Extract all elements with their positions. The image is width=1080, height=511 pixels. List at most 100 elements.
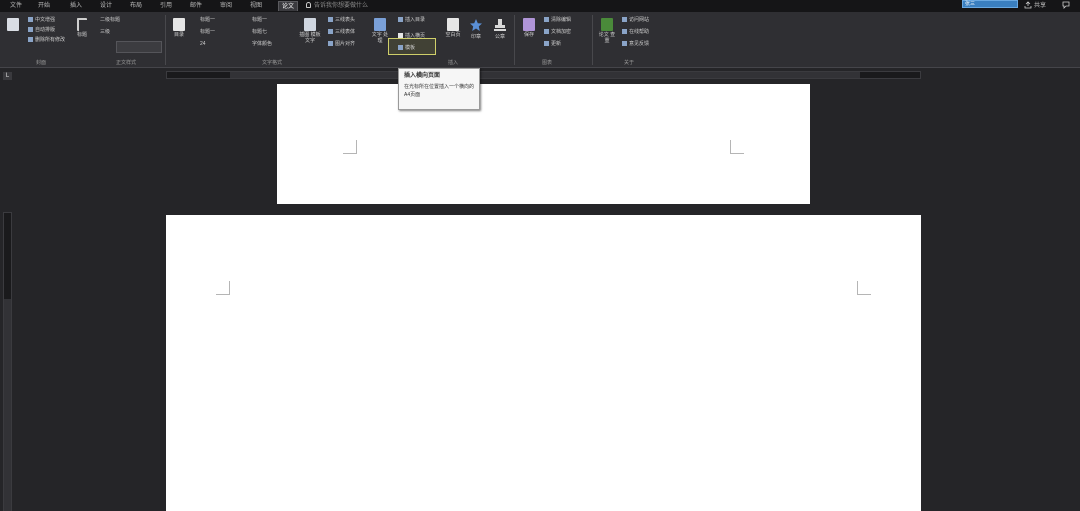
vertical-ruler[interactable] — [3, 212, 12, 511]
tab-mailings[interactable]: 邮件 — [188, 1, 204, 11]
ribbon-col10-item-1[interactable]: 清除编辑 — [544, 17, 571, 24]
plagiarism-check-button[interactable]: 论文 查重 — [597, 18, 617, 44]
ribbon-col2-item-1[interactable]: 二级标题 — [100, 17, 120, 24]
comment-icon[interactable] — [1062, 1, 1070, 9]
tab-paper[interactable]: 论文 — [278, 1, 298, 11]
toc-label: 目录 — [173, 32, 184, 38]
text-process-button[interactable]: 文字 处理 — [370, 18, 390, 44]
figure-icon — [304, 18, 316, 31]
insert-landscape-page-button[interactable]: 插入横页 — [398, 33, 425, 40]
globe-icon — [622, 17, 627, 22]
ribbon-col4-item-3[interactable]: 字体颜色 — [252, 41, 272, 48]
ribbon-col1-item-2[interactable]: 自动排版 — [28, 27, 55, 34]
tell-me-label: 告诉我你想要做什么 — [314, 3, 369, 9]
tab-design[interactable]: 设计 — [98, 1, 114, 11]
tooltip-description: 在光标所在位置插入一个横向的A4页面 — [404, 84, 475, 98]
ribbon-col5-item-3[interactable]: 图片对齐 — [328, 41, 355, 48]
clear-icon — [544, 17, 549, 22]
document-page-portrait[interactable] — [277, 84, 810, 204]
user-name: 张三 — [965, 1, 976, 7]
group-label-body-style: 正文样式 — [116, 60, 137, 66]
table-icon — [328, 29, 333, 34]
save-label: 保存 — [523, 32, 534, 38]
lock-icon — [544, 29, 549, 34]
seal-icon — [494, 19, 506, 31]
seal-button[interactable]: 公章 — [490, 18, 510, 40]
margin-mark-top-right — [730, 140, 744, 154]
text-process-label: 文字 处理 — [371, 32, 389, 44]
save-button[interactable]: 保存 — [520, 18, 538, 38]
separator — [592, 15, 593, 65]
share-icon[interactable] — [1024, 1, 1032, 9]
landscape-page-icon — [398, 33, 403, 38]
visit-website-button[interactable]: 访问网站 — [622, 17, 649, 24]
group-label-text-format: 文字格式 — [262, 60, 283, 66]
insert-figure-button[interactable]: 插图 模板文字 — [298, 18, 322, 44]
same-source-button[interactable] — [4, 18, 22, 32]
ruler-text-area — [230, 72, 860, 78]
tab-selector[interactable]: L — [3, 72, 12, 80]
ribbon-col10-item-2[interactable]: 文档加密 — [544, 29, 571, 36]
toc-button[interactable]: 目录 — [170, 18, 188, 38]
ribbon-col1-item-1[interactable]: 中文增强 — [28, 17, 55, 24]
tab-review[interactable]: 审阅 — [218, 1, 234, 11]
tab-insert[interactable]: 插入 — [68, 1, 84, 11]
plagiarism-check-label: 论文 查重 — [598, 32, 616, 44]
ribbon-col5-item-1[interactable]: 三线表头 — [328, 17, 355, 24]
tab-references[interactable]: 引用 — [158, 1, 174, 11]
tab-bar: 文件 开始 插入 设计 布局 引用 邮件 审阅 视图 论文 告诉我你想要做什么 … — [0, 0, 1080, 12]
group-label-about: 关于 — [624, 60, 635, 66]
blank-page-button[interactable]: 空白页 — [444, 18, 462, 38]
save-icon — [523, 18, 535, 31]
ribbon: 中文增强 自动排版 删除所有修改 标题 二级标题 三级 目录 标题一 标题一 2… — [0, 12, 1080, 68]
vruler-text-area — [4, 299, 11, 511]
stamp-label: 印章 — [470, 34, 481, 40]
ribbon-col2-item-2[interactable]: 三级 — [100, 29, 110, 36]
tell-me-search[interactable]: 告诉我你想要做什么 — [306, 1, 368, 11]
insert-toc-button[interactable]: 插入目录 — [398, 17, 425, 24]
heading-icon — [77, 18, 87, 31]
share-label[interactable]: 共享 — [1034, 1, 1046, 11]
horizontal-ruler[interactable] — [166, 71, 921, 79]
text-process-icon — [374, 18, 386, 31]
template-button[interactable]: 模板 — [398, 45, 415, 52]
ribbon-col5-item-2[interactable]: 三线表体 — [328, 29, 355, 36]
tooltip: 插入横向页面 在光标所在位置插入一个横向的A4页面 — [398, 68, 480, 110]
user-account[interactable]: 张三 — [962, 0, 1018, 8]
separator — [514, 15, 515, 65]
format-icon — [28, 27, 33, 32]
document-page-landscape[interactable] — [166, 215, 921, 511]
tooltip-title: 插入横向页面 — [404, 73, 441, 79]
tab-layout[interactable]: 布局 — [128, 1, 144, 11]
tab-view[interactable]: 视图 — [248, 1, 264, 11]
group-label-insert: 插入 — [448, 60, 459, 66]
tab-file[interactable]: 文件 — [8, 1, 24, 11]
toc-small-icon — [398, 17, 403, 22]
stamp-button[interactable]: 印章 — [466, 18, 486, 40]
delete-icon — [28, 37, 33, 42]
margin-mark-top-left — [343, 140, 357, 154]
check-icon — [601, 18, 613, 31]
blank-page-label: 空白页 — [445, 32, 461, 38]
update-icon — [544, 41, 549, 46]
ribbon-col3-item-1[interactable]: 标题一 — [200, 17, 215, 24]
ribbon-col10-item-3[interactable]: 更新 — [544, 41, 561, 48]
ribbon-col4-item-2[interactable]: 标题七 — [252, 29, 267, 36]
online-help-button[interactable]: 在线帮助 — [622, 29, 649, 36]
ribbon-col4-item-1[interactable]: 标题一 — [252, 17, 267, 24]
star-icon — [470, 19, 482, 31]
ribbon-col3-item-3[interactable]: 24 — [200, 41, 206, 48]
seal-label: 公章 — [494, 34, 505, 40]
ribbon-col1-item-3[interactable]: 删除所有修改 — [28, 37, 65, 44]
font-size-select[interactable] — [116, 41, 162, 53]
heading-label: 标题 — [76, 32, 87, 38]
feedback-icon — [622, 41, 627, 46]
document-icon — [7, 18, 19, 31]
insert-figure-label: 插图 模板文字 — [299, 32, 321, 44]
feedback-button[interactable]: 意见反馈 — [622, 41, 649, 48]
help-icon — [622, 29, 627, 34]
tab-home[interactable]: 开始 — [36, 1, 52, 11]
lightbulb-icon — [306, 2, 311, 8]
heading-button[interactable]: 标题 — [74, 18, 90, 38]
ribbon-col3-item-2[interactable]: 标题一 — [200, 29, 215, 36]
